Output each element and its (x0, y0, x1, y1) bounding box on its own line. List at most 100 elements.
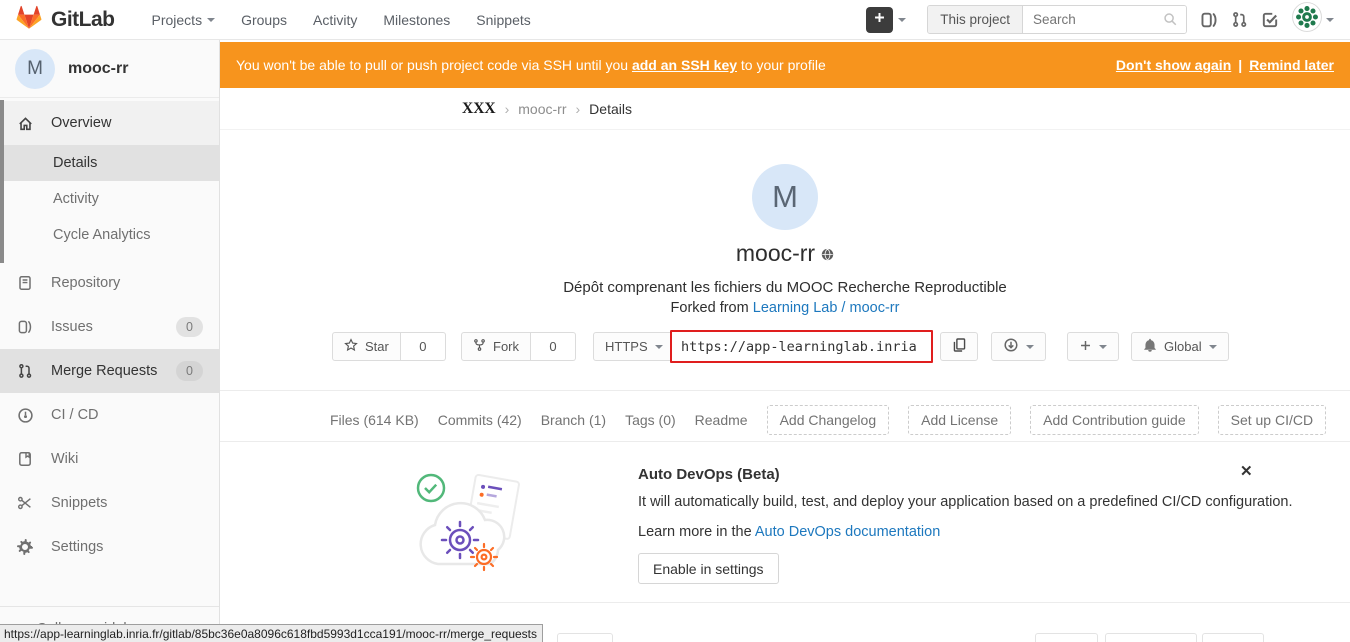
partial-button[interactable] (1035, 633, 1098, 642)
close-icon[interactable]: ✕ (1240, 462, 1253, 480)
sidebar-item-activity[interactable]: Activity (0, 181, 219, 217)
new-menu-button[interactable] (866, 7, 893, 33)
project-stats-nav: Files (614 KB) Commits (42) Branch (1) T… (330, 398, 1340, 441)
chevron-down-icon[interactable] (898, 18, 906, 22)
partial-button[interactable] (1105, 633, 1197, 642)
export-download-icon (1003, 337, 1019, 356)
bell-icon (1143, 338, 1157, 356)
sidebar-project-name: mooc-rr (68, 60, 128, 78)
sidebar-item-label: Cycle Analytics (53, 227, 151, 243)
sidebar-item-merge-requests[interactable]: Merge Requests 0 (0, 349, 219, 393)
sidebar-item-details[interactable]: Details (0, 145, 219, 181)
notification-dropdown[interactable]: Global (1131, 332, 1229, 361)
project-action-bar: Star 0 Fork 0 HTTPS Global (220, 332, 1350, 366)
todos-icon[interactable] (1261, 11, 1279, 29)
main-content: XXX › mooc-rr › Details M mooc-rr Dépôt … (220, 88, 1350, 642)
sidebar-item-label: Wiki (51, 451, 78, 467)
copy-clone-url-button[interactable] (940, 332, 978, 361)
breadcrumb-separator-icon: › (576, 101, 581, 117)
sidebar-scrollbar[interactable] (0, 100, 4, 263)
protocol-dropdown[interactable]: HTTPS (593, 332, 675, 361)
forked-from-line: Forked from Learning Lab / mooc-rr (220, 300, 1350, 316)
dont-show-again-link[interactable]: Don't show again (1116, 57, 1231, 73)
tab-branches[interactable]: Branch (1) (541, 412, 606, 428)
tab-commits[interactable]: Commits (42) (438, 412, 522, 428)
sidebar-item-repository[interactable]: Repository (0, 261, 219, 305)
sidebar-item-label: Merge Requests (51, 363, 157, 379)
auto-devops-doc-link[interactable]: Auto DevOps documentation (755, 524, 940, 540)
nav-item-activity[interactable]: Activity (313, 12, 357, 28)
nav-item-projects[interactable]: Projects (152, 12, 216, 28)
scissors-icon (16, 495, 34, 511)
download-source-dropdown[interactable] (991, 332, 1046, 361)
sidebar-item-label: Issues (51, 319, 93, 335)
sidebar-item-ci-cd[interactable]: CI / CD (0, 393, 219, 437)
project-avatar: M (752, 164, 818, 230)
auto-devops-illustration (408, 456, 533, 591)
sidebar-item-issues[interactable]: Issues 0 (0, 305, 219, 349)
enable-in-settings-button[interactable]: Enable in settings (638, 553, 779, 584)
breadcrumb-namespace[interactable]: XXX (462, 100, 496, 118)
add-license-button[interactable]: Add License (908, 405, 1011, 435)
partial-button[interactable] (557, 633, 613, 642)
search-icon (1163, 12, 1178, 27)
search-scope-label: This project (928, 6, 1023, 33)
top-navbar: GitLab Projects Groups Activity Mileston… (0, 0, 1350, 40)
gear-icon (16, 539, 34, 555)
merge-request-icon (16, 363, 34, 379)
fork-button[interactable]: Fork (461, 332, 531, 361)
remind-later-link[interactable]: Remind later (1249, 57, 1334, 73)
chevron-down-icon (1099, 345, 1107, 349)
clone-url-input[interactable] (670, 330, 933, 363)
user-menu[interactable] (1292, 2, 1334, 37)
tab-files[interactable]: Files (614 KB) (330, 412, 419, 428)
tab-readme[interactable]: Readme (695, 412, 748, 428)
chevron-down-icon (655, 345, 663, 349)
project-description: Dépôt comprenant les fichiers du MOOC Re… (220, 279, 1350, 296)
sidebar-item-overview[interactable]: Overview (0, 101, 219, 145)
divider (220, 441, 1350, 442)
auto-devops-learn-more: Learn more in the Auto DevOps documentat… (638, 524, 940, 540)
issues-dashboard-icon[interactable] (1200, 11, 1218, 29)
sidebar-item-label: Repository (51, 275, 120, 291)
breadcrumb-project[interactable]: mooc-rr (518, 101, 566, 117)
home-icon (16, 115, 34, 132)
browser-status-tooltip: https://app-learninglab.inria.fr/gitlab/… (0, 624, 543, 642)
nav-item-snippets[interactable]: Snippets (476, 12, 530, 28)
create-new-dropdown[interactable] (1067, 332, 1119, 361)
tab-tags[interactable]: Tags (0) (625, 412, 676, 428)
fork-icon (473, 338, 486, 355)
merge-requests-dashboard-icon[interactable] (1231, 11, 1248, 28)
sidebar-item-settings[interactable]: Settings (0, 525, 219, 569)
setup-ci-cd-button[interactable]: Set up CI/CD (1218, 405, 1326, 435)
status-url: https://app-learninglab.inria.fr/gitlab/… (4, 627, 537, 641)
search-group: This project (927, 5, 1187, 34)
sidebar-item-cycle-analytics[interactable]: Cycle Analytics (0, 217, 219, 253)
partial-button[interactable] (1202, 633, 1264, 642)
add-changelog-button[interactable]: Add Changelog (767, 405, 890, 435)
sidebar-item-snippets[interactable]: Snippets (0, 481, 219, 525)
nav-item-groups[interactable]: Groups (241, 12, 287, 28)
brand-wordmark: GitLab (51, 8, 115, 32)
gitlab-logo[interactable]: GitLab (16, 5, 115, 35)
star-button[interactable]: Star (332, 332, 401, 361)
breadcrumb-page[interactable]: Details (589, 101, 632, 117)
star-count[interactable]: 0 (401, 332, 446, 361)
user-avatar (1292, 2, 1322, 37)
add-contribution-guide-button[interactable]: Add Contribution guide (1030, 405, 1198, 435)
chevron-down-icon (1326, 18, 1334, 22)
sidebar-project-header[interactable]: M mooc-rr (0, 40, 219, 98)
sidebar-item-label: Snippets (51, 495, 107, 511)
sidebar-item-label: Settings (51, 539, 103, 555)
search-input[interactable] (1023, 12, 1186, 27)
chevron-down-icon (207, 18, 215, 22)
sidebar-item-wiki[interactable]: Wiki (0, 437, 219, 481)
tanuki-logo-icon (16, 5, 42, 35)
auto-devops-title: Auto DevOps (Beta) (638, 466, 780, 483)
forked-from-link[interactable]: Learning Lab / mooc-rr (753, 300, 900, 316)
add-ssh-key-link[interactable]: add an SSH key (632, 57, 737, 73)
plus-icon (873, 11, 886, 29)
nav-item-milestones[interactable]: Milestones (383, 12, 450, 28)
globe-public-icon (821, 240, 834, 266)
fork-count[interactable]: 0 (531, 332, 576, 361)
